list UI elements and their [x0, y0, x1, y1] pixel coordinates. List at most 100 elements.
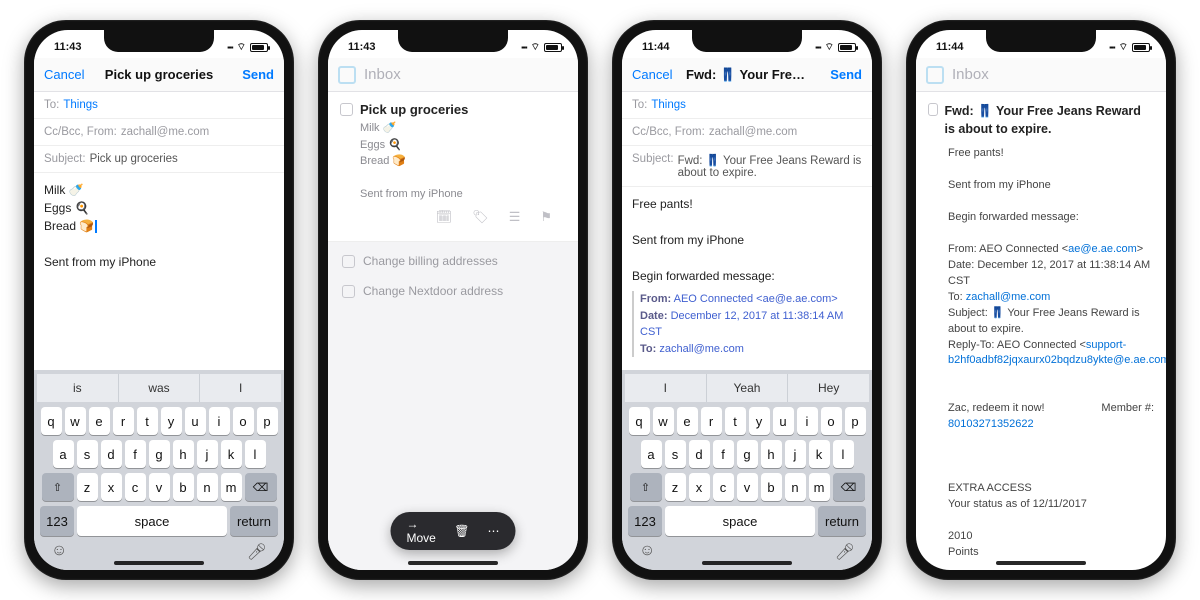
- key-g[interactable]: g: [737, 440, 758, 468]
- trash-icon[interactable]: 🗑︎: [454, 524, 469, 538]
- key-e[interactable]: e: [677, 407, 698, 435]
- backspace-key[interactable]: ⌫: [245, 473, 277, 501]
- key-i[interactable]: i: [797, 407, 818, 435]
- home-indicator[interactable]: [114, 561, 204, 565]
- key-l[interactable]: l: [833, 440, 854, 468]
- from-link[interactable]: ae@e.ae.com: [1068, 243, 1137, 255]
- suggestion[interactable]: Yeah: [707, 374, 789, 402]
- task-checkbox[interactable]: [928, 103, 938, 116]
- cancel-button[interactable]: Cancel: [44, 67, 94, 82]
- member-number[interactable]: 80103271352622: [948, 417, 1154, 433]
- compose-body[interactable]: Milk 🍼 Eggs 🍳 Bread 🍞 Sent from my iPhon…: [34, 173, 284, 279]
- key-u[interactable]: u: [185, 407, 206, 435]
- return-key[interactable]: return: [818, 506, 866, 536]
- suggestion[interactable]: Hey: [788, 374, 869, 402]
- compose-body[interactable]: Free pants! Sent from my iPhone Begin fo…: [622, 187, 872, 365]
- key-v[interactable]: v: [149, 473, 170, 501]
- key-h[interactable]: h: [761, 440, 782, 468]
- key-x[interactable]: x: [101, 473, 122, 501]
- subject-field[interactable]: Subject: Fwd: 👖 Your Free Jeans Reward i…: [622, 146, 872, 187]
- task-card[interactable]: Pick up groceries Milk 🍼 Eggs 🍳 Bread 🍞 …: [328, 92, 578, 242]
- move-button[interactable]: → Move: [407, 517, 437, 545]
- key-w[interactable]: w: [65, 407, 86, 435]
- numbers-key[interactable]: 123: [628, 506, 662, 536]
- key-r[interactable]: r: [113, 407, 134, 435]
- key-k[interactable]: k: [221, 440, 242, 468]
- key-m[interactable]: m: [809, 473, 830, 501]
- cc-field[interactable]: Cc/Bcc, From: zachall@me.com: [34, 119, 284, 146]
- key-a[interactable]: a: [53, 440, 74, 468]
- key-y[interactable]: y: [161, 407, 182, 435]
- home-indicator[interactable]: [408, 561, 498, 565]
- task-checkbox[interactable]: [342, 285, 355, 298]
- key-t[interactable]: t: [725, 407, 746, 435]
- space-key[interactable]: space: [77, 506, 227, 536]
- key-f[interactable]: f: [125, 440, 146, 468]
- mic-icon[interactable]: 🎤︎: [835, 542, 855, 562]
- key-c[interactable]: c: [125, 473, 146, 501]
- key-u[interactable]: u: [773, 407, 794, 435]
- shift-key[interactable]: ⇧: [630, 473, 662, 501]
- task-row[interactable]: Change billing addresses: [328, 246, 578, 276]
- numbers-key[interactable]: 123: [40, 506, 74, 536]
- key-f[interactable]: f: [713, 440, 734, 468]
- key-t[interactable]: t: [137, 407, 158, 435]
- key-e[interactable]: e: [89, 407, 110, 435]
- key-i[interactable]: i: [209, 407, 230, 435]
- key-c[interactable]: c: [713, 473, 734, 501]
- key-b[interactable]: b: [761, 473, 782, 501]
- task-notes[interactable]: Milk 🍼 Eggs 🍳 Bread 🍞 Sent from my iPhon…: [360, 120, 566, 203]
- cc-field[interactable]: Cc/Bcc, From: zachall@me.com: [622, 119, 872, 146]
- key-z[interactable]: z: [665, 473, 686, 501]
- cancel-button[interactable]: Cancel: [632, 67, 682, 82]
- keyboard[interactable]: is was I qwertyuiop asdfghjkl ⇧ zxcvbnm …: [34, 370, 284, 570]
- suggestion[interactable]: I: [200, 374, 281, 402]
- key-j[interactable]: j: [785, 440, 806, 468]
- key-a[interactable]: a: [641, 440, 662, 468]
- to-link[interactable]: zachall@me.com: [966, 291, 1051, 303]
- send-button[interactable]: Send: [224, 67, 274, 82]
- backspace-key[interactable]: ⌫: [833, 473, 865, 501]
- key-x[interactable]: x: [689, 473, 710, 501]
- key-g[interactable]: g: [149, 440, 170, 468]
- task-row[interactable]: Change Nextdoor address: [328, 276, 578, 306]
- key-j[interactable]: j: [197, 440, 218, 468]
- space-key[interactable]: space: [665, 506, 815, 536]
- key-l[interactable]: l: [245, 440, 266, 468]
- home-indicator[interactable]: [996, 561, 1086, 565]
- key-d[interactable]: d: [689, 440, 710, 468]
- flag-icon[interactable]: ⚑: [540, 209, 552, 225]
- key-k[interactable]: k: [809, 440, 830, 468]
- suggestion[interactable]: I: [625, 374, 707, 402]
- to-field[interactable]: To: Things: [622, 92, 872, 119]
- send-button[interactable]: Send: [812, 67, 862, 82]
- key-o[interactable]: o: [821, 407, 842, 435]
- calendar-icon[interactable]: 🗓︎: [436, 209, 453, 225]
- key-r[interactable]: r: [701, 407, 722, 435]
- key-h[interactable]: h: [173, 440, 194, 468]
- more-icon[interactable]: ⋯: [488, 524, 500, 538]
- key-d[interactable]: d: [101, 440, 122, 468]
- to-field[interactable]: To: Things: [34, 92, 284, 119]
- return-key[interactable]: return: [230, 506, 278, 536]
- tag-icon[interactable]: 🏷︎: [472, 209, 489, 225]
- mic-icon[interactable]: 🎤︎: [247, 542, 267, 562]
- key-z[interactable]: z: [77, 473, 98, 501]
- key-s[interactable]: s: [77, 440, 98, 468]
- task-detail[interactable]: Fwd: 👖 Your Free Jeans Reward is about t…: [916, 92, 1166, 570]
- suggestion[interactable]: was: [119, 374, 201, 402]
- checklist-icon[interactable]: ☰: [509, 209, 521, 225]
- key-s[interactable]: s: [665, 440, 686, 468]
- key-y[interactable]: y: [749, 407, 770, 435]
- key-n[interactable]: n: [197, 473, 218, 501]
- keyboard[interactable]: I Yeah Hey qwertyuiop asdfghjkl ⇧ zxcvbn…: [622, 370, 872, 570]
- task-checkbox[interactable]: [342, 255, 355, 268]
- emoji-icon[interactable]: ☺: [51, 542, 67, 562]
- key-q[interactable]: q: [629, 407, 650, 435]
- task-checkbox[interactable]: [340, 103, 353, 116]
- shift-key[interactable]: ⇧: [42, 473, 74, 501]
- key-b[interactable]: b: [173, 473, 194, 501]
- home-indicator[interactable]: [702, 561, 792, 565]
- key-q[interactable]: q: [41, 407, 62, 435]
- key-p[interactable]: p: [257, 407, 278, 435]
